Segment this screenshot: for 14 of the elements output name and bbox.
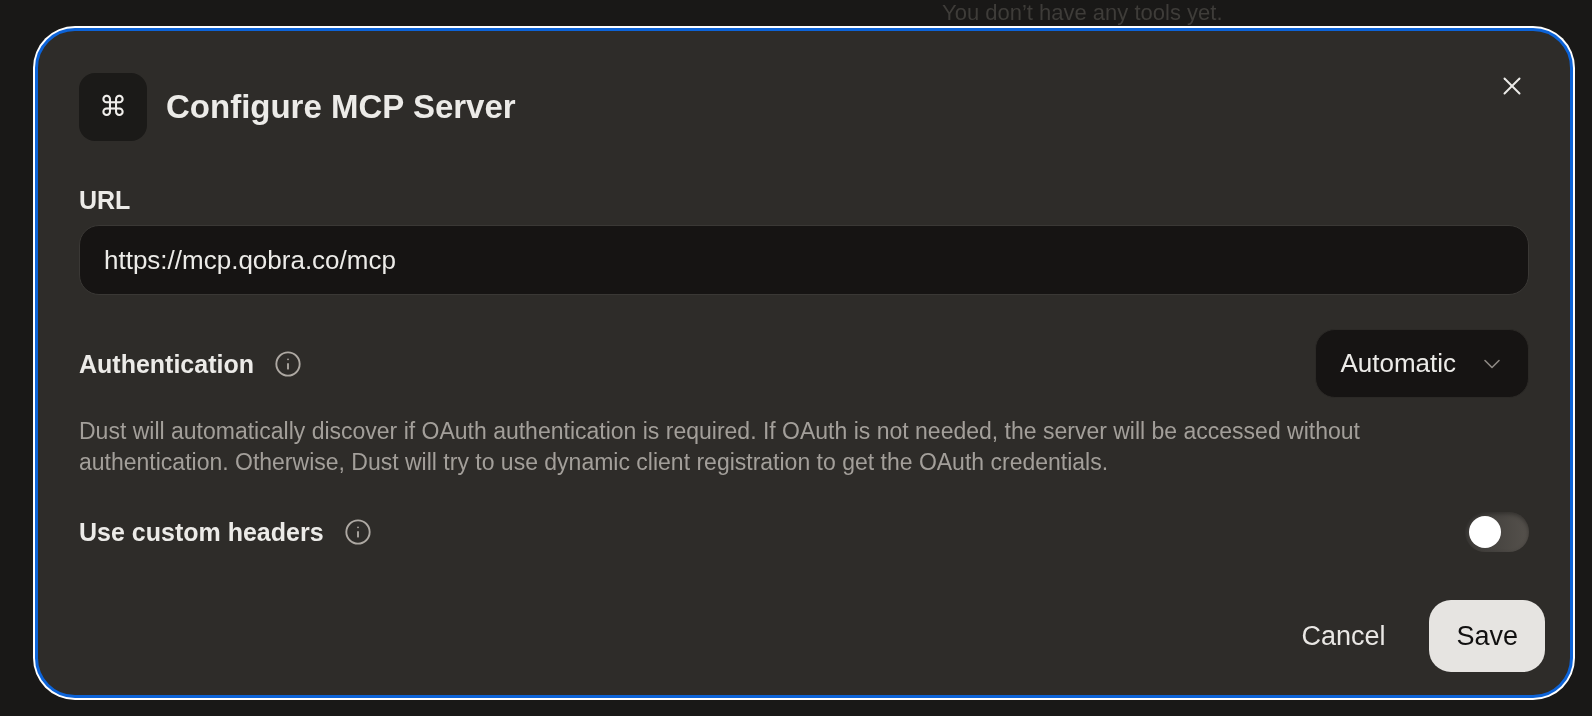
- authentication-select[interactable]: Automatic: [1315, 329, 1529, 398]
- url-input[interactable]: https://mcp.qobra.co/mcp: [79, 225, 1529, 295]
- command-icon: ⌘: [79, 73, 147, 141]
- authentication-description: Dust will automatically discover if OAuth authentication is required. If OAuth is not needed, the server will be accessed without authentication. Otherwise, Dust will try to use dynamic client registration to get the OAuth credentials.: [79, 417, 1361, 477]
- url-label: URL: [79, 185, 131, 215]
- switch-knob: [1469, 516, 1501, 548]
- info-icon[interactable]: [274, 349, 302, 378]
- info-icon[interactable]: [343, 518, 372, 546]
- cancel-button[interactable]: Cancel: [1281, 600, 1406, 672]
- dialog-title: Configure MCP Server: [166, 87, 516, 127]
- custom-headers-label: Use custom headers: [79, 517, 324, 547]
- save-button[interactable]: Save: [1429, 600, 1545, 672]
- toggle-switch[interactable]: [1465, 512, 1529, 552]
- authentication-label: Authentication: [79, 348, 254, 379]
